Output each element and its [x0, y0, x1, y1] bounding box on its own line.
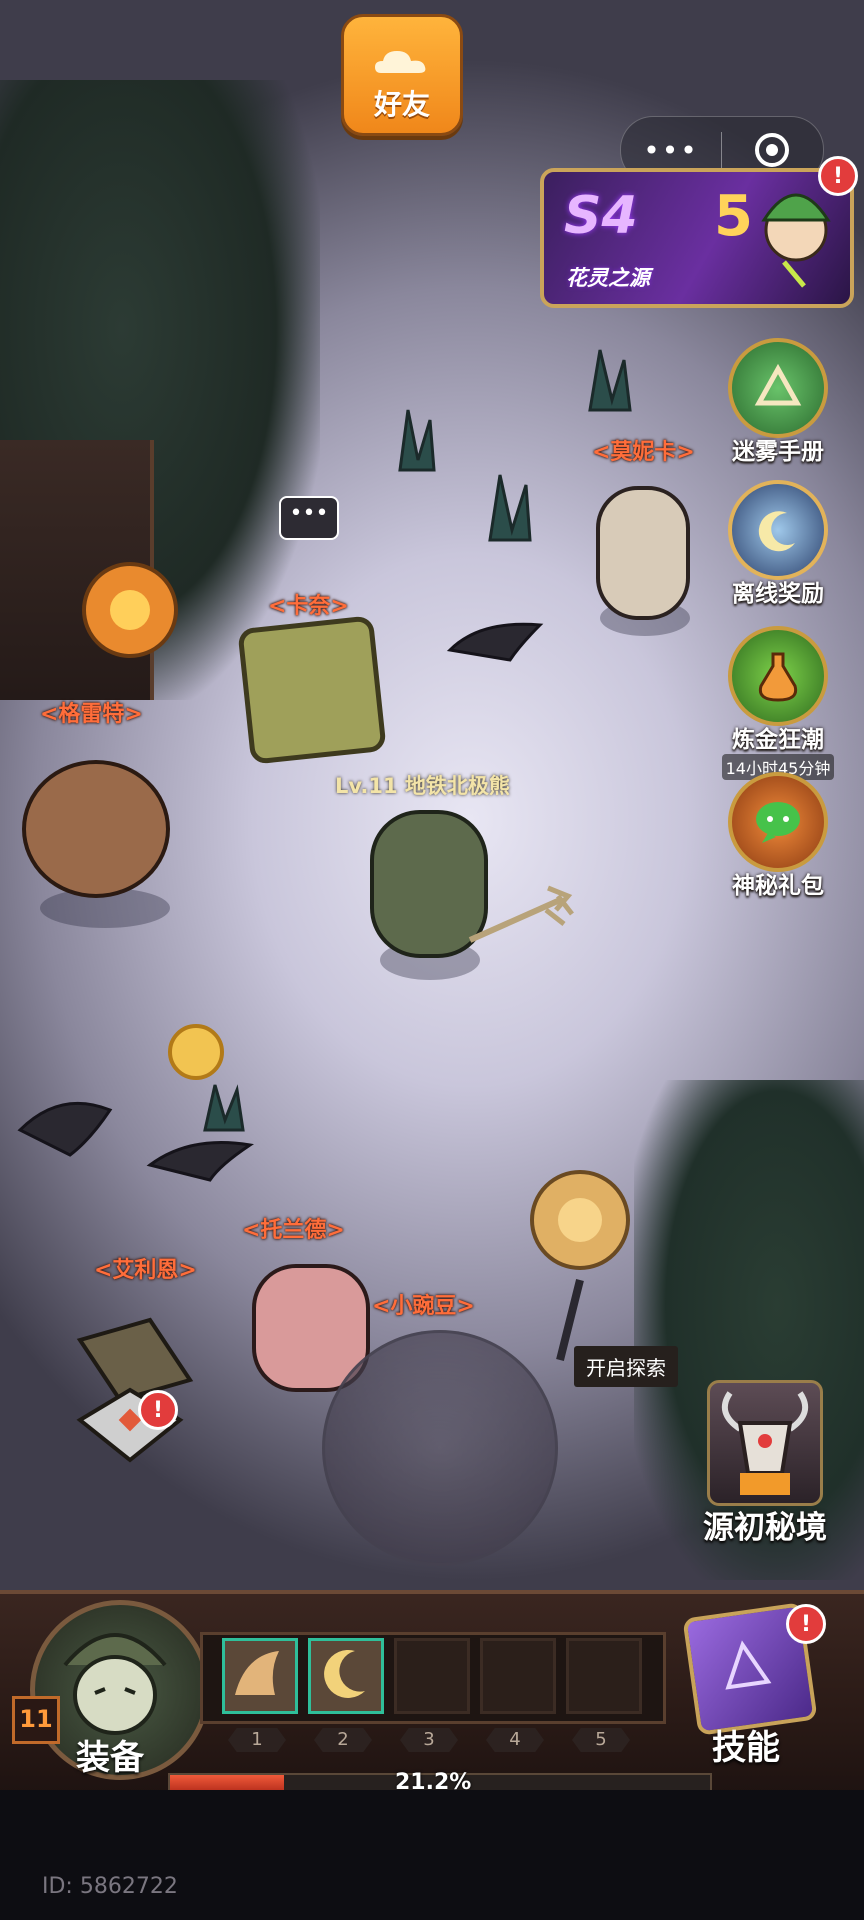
skill-slot-4[interactable] [480, 1638, 556, 1714]
trident-icon [468, 885, 574, 943]
flower-spirit-icon [761, 193, 831, 288]
npc-ellien-wizard[interactable] [60, 1300, 210, 1480]
sunflower-left [82, 562, 178, 658]
primordial-realm-label: 源初秘境 [703, 1510, 827, 1546]
friend-button[interactable]: 好友 [341, 14, 463, 136]
npc-name-pea: <小豌豆> [372, 1294, 475, 1319]
skills-alert-icon: ! [786, 1604, 826, 1644]
hero-name-label: Lv.11 地铁北极熊 [335, 774, 510, 798]
side-button-fog-manual[interactable]: 迷雾手册 [708, 338, 848, 466]
npc-monica[interactable] [596, 486, 690, 620]
slot-number: 4 [486, 1728, 544, 1752]
side-button-label: 炼金狂潮 [732, 727, 824, 753]
speech-bubble-icon[interactable]: ••• [279, 496, 339, 540]
skull-portal-icon [707, 1380, 823, 1506]
npc-name-gret: <格雷特> [40, 702, 143, 727]
primordial-realm-button[interactable]: 源初秘境 [670, 1380, 860, 1547]
more-menu-icon[interactable]: ••• [621, 134, 721, 167]
season-subtitle: 花灵之源 [566, 266, 650, 290]
season-number: 5 [714, 184, 753, 249]
footer-area [0, 1790, 864, 1920]
gold-coin-icon [168, 1024, 224, 1080]
chat-gift-icon [728, 772, 828, 872]
npc-name-ellien: <艾利恩> [94, 1258, 197, 1283]
slot-number: 2 [314, 1728, 372, 1752]
slot-number: 1 [228, 1728, 286, 1752]
side-button-label: 离线奖励 [732, 581, 824, 607]
skill-slot-5[interactable] [566, 1638, 642, 1714]
cloud-icon [375, 51, 426, 73]
rock-skill-icon [235, 1651, 279, 1695]
banner-alert-icon: ! [818, 156, 858, 196]
skill-slot-2[interactable] [308, 1638, 384, 1714]
side-button-offline-reward[interactable]: 离线奖励 [708, 480, 848, 608]
equip-label: 装备 [76, 1738, 144, 1778]
side-button-label: 迷雾手册 [732, 439, 824, 465]
skill-slot-1[interactable] [222, 1638, 298, 1714]
player-id: ID: 5862722 [42, 1874, 178, 1899]
season-title: S4 [564, 186, 638, 246]
sunflower [530, 1170, 630, 1361]
side-button-mystery-pack[interactable]: 神秘礼包 [708, 772, 848, 900]
slot-number: 3 [400, 1728, 458, 1752]
potion-icon [728, 626, 828, 726]
skill-slot-3[interactable] [394, 1638, 470, 1714]
npc-kana-dice[interactable] [237, 615, 387, 765]
side-button-label: 神秘礼包 [732, 873, 824, 899]
friend-button-label: 好友 [373, 88, 430, 121]
season-event-banner[interactable]: S4 5 花灵之源 [540, 168, 854, 308]
compass-book-icon [728, 338, 828, 438]
game-scene[interactable]: ••• <莫妮卡> <卡奈> <格雷特> Lv.11 地铁北极熊 <托兰德> <… [0, 0, 864, 1590]
npc-name-kana: <卡奈> [268, 594, 349, 619]
side-button-alchemy-rush[interactable]: 炼金狂潮 14小时45分钟 [708, 626, 848, 780]
npc-name-toland: <托兰德> [242, 1218, 345, 1243]
explore-tag: 开启探索 [574, 1346, 678, 1387]
ellien-alert-icon: ! [138, 1390, 178, 1430]
npc-name-monica: <莫妮卡> [592, 440, 695, 465]
player-level-badge: 11 [12, 1696, 60, 1744]
close-miniprogram-icon[interactable] [722, 132, 822, 168]
skills-label: 技能 [712, 1728, 780, 1768]
npc-gret-minotaur[interactable] [22, 760, 170, 898]
crescent-skill-icon [324, 1649, 365, 1698]
virtual-joystick[interactable] [322, 1330, 558, 1566]
moon-sun-icon [728, 480, 828, 580]
slot-number: 5 [572, 1728, 630, 1752]
